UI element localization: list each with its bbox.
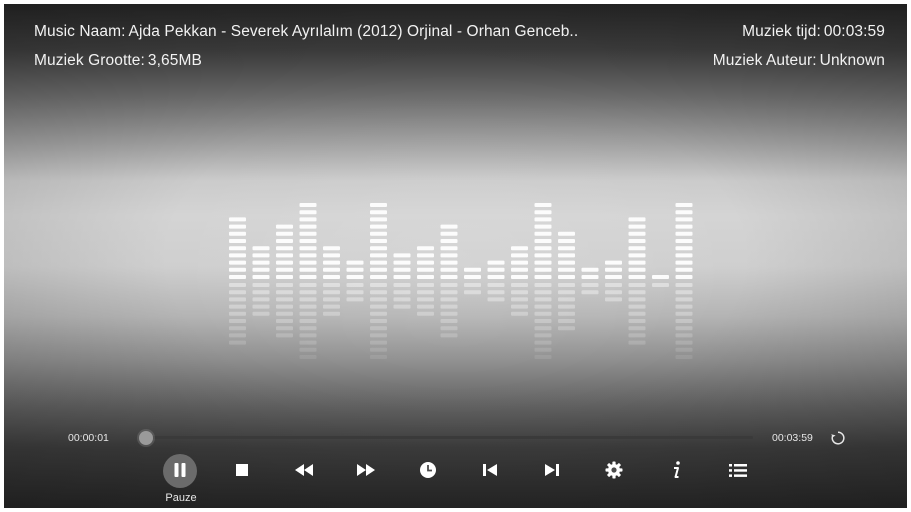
- equalizer-bar: [417, 246, 434, 316]
- music-author-label: Muziek Auteur:: [712, 52, 817, 69]
- pause-button[interactable]: [165, 455, 195, 485]
- equalizer-bar: [346, 260, 364, 302]
- info-icon: [674, 461, 680, 478]
- seek-bar[interactable]: [139, 431, 753, 445]
- music-name: Music Naam: Ajda Pekkan - Severek Ayrılal…: [34, 23, 578, 41]
- pause-caption: Pauze: [165, 492, 197, 504]
- pause-icon: [174, 463, 186, 477]
- clock-icon: [420, 462, 436, 478]
- stop-button[interactable]: [227, 455, 257, 485]
- equalizer-bar: [229, 217, 246, 345]
- equalizer-bar: [299, 203, 317, 359]
- music-player-screen: Music Naam: Ajda Pekkan - Severek Ayrılal…: [4, 4, 907, 508]
- equalizer-bar: [581, 267, 599, 295]
- skip-previous-icon: [483, 464, 497, 476]
- equalizer-bar: [252, 246, 270, 316]
- equalizer-bar: [276, 224, 293, 338]
- equalizer-bar: [675, 203, 693, 359]
- skip-next-button[interactable]: [537, 455, 567, 485]
- music-duration-label: Muziek tijd:: [742, 23, 821, 40]
- equalizer-bar: [605, 260, 622, 302]
- music-duration: Muziek tijd: 00:03:59: [742, 23, 885, 41]
- fast-forward-icon: [357, 464, 375, 476]
- equalizer-bar: [464, 267, 481, 295]
- music-author: Muziek Auteur: Unknown: [713, 52, 885, 70]
- playlist-icon: [729, 463, 747, 477]
- music-name-label: Music Naam:: [34, 23, 126, 40]
- music-name-value: Ajda Pekkan - Severek Ayrılalım (2012) O…: [128, 23, 579, 40]
- fast-forward-button[interactable]: [351, 455, 381, 485]
- settings-button[interactable]: [599, 455, 629, 485]
- equalizer-bar: [534, 203, 552, 359]
- rewind-icon: [295, 464, 313, 476]
- music-author-value: Unknown: [819, 52, 885, 69]
- music-size-label: Muziek Grootte:: [34, 52, 145, 69]
- equalizer-bar: [487, 260, 505, 302]
- music-size-value: 3,65MB: [147, 52, 202, 69]
- equalizer-bar: [558, 231, 575, 331]
- music-duration-value: 00:03:59: [823, 23, 885, 40]
- equalizer-bar: [440, 224, 458, 338]
- equalizer-bar: [393, 253, 411, 309]
- info-button[interactable]: [661, 455, 691, 485]
- equalizer-bar: [511, 246, 528, 316]
- music-size: Muziek Grootte: 3,65MB: [34, 52, 202, 70]
- equalizer-bar: [323, 246, 340, 316]
- rewind-button[interactable]: [289, 455, 319, 485]
- repeat-icon[interactable]: [829, 429, 847, 447]
- playlist-button[interactable]: [723, 455, 753, 485]
- settings-gear-icon: [605, 461, 623, 479]
- stop-icon: [236, 464, 248, 476]
- skip-next-icon: [545, 464, 559, 476]
- equalizer-bar: [652, 275, 669, 287]
- elapsed-time: 00:00:01: [68, 432, 109, 444]
- total-time: 00:03:59: [772, 432, 813, 444]
- skip-previous-button[interactable]: [475, 455, 505, 485]
- equalizer-bar: [370, 203, 387, 359]
- timer-button[interactable]: [413, 455, 443, 485]
- equalizer-bar: [628, 217, 646, 345]
